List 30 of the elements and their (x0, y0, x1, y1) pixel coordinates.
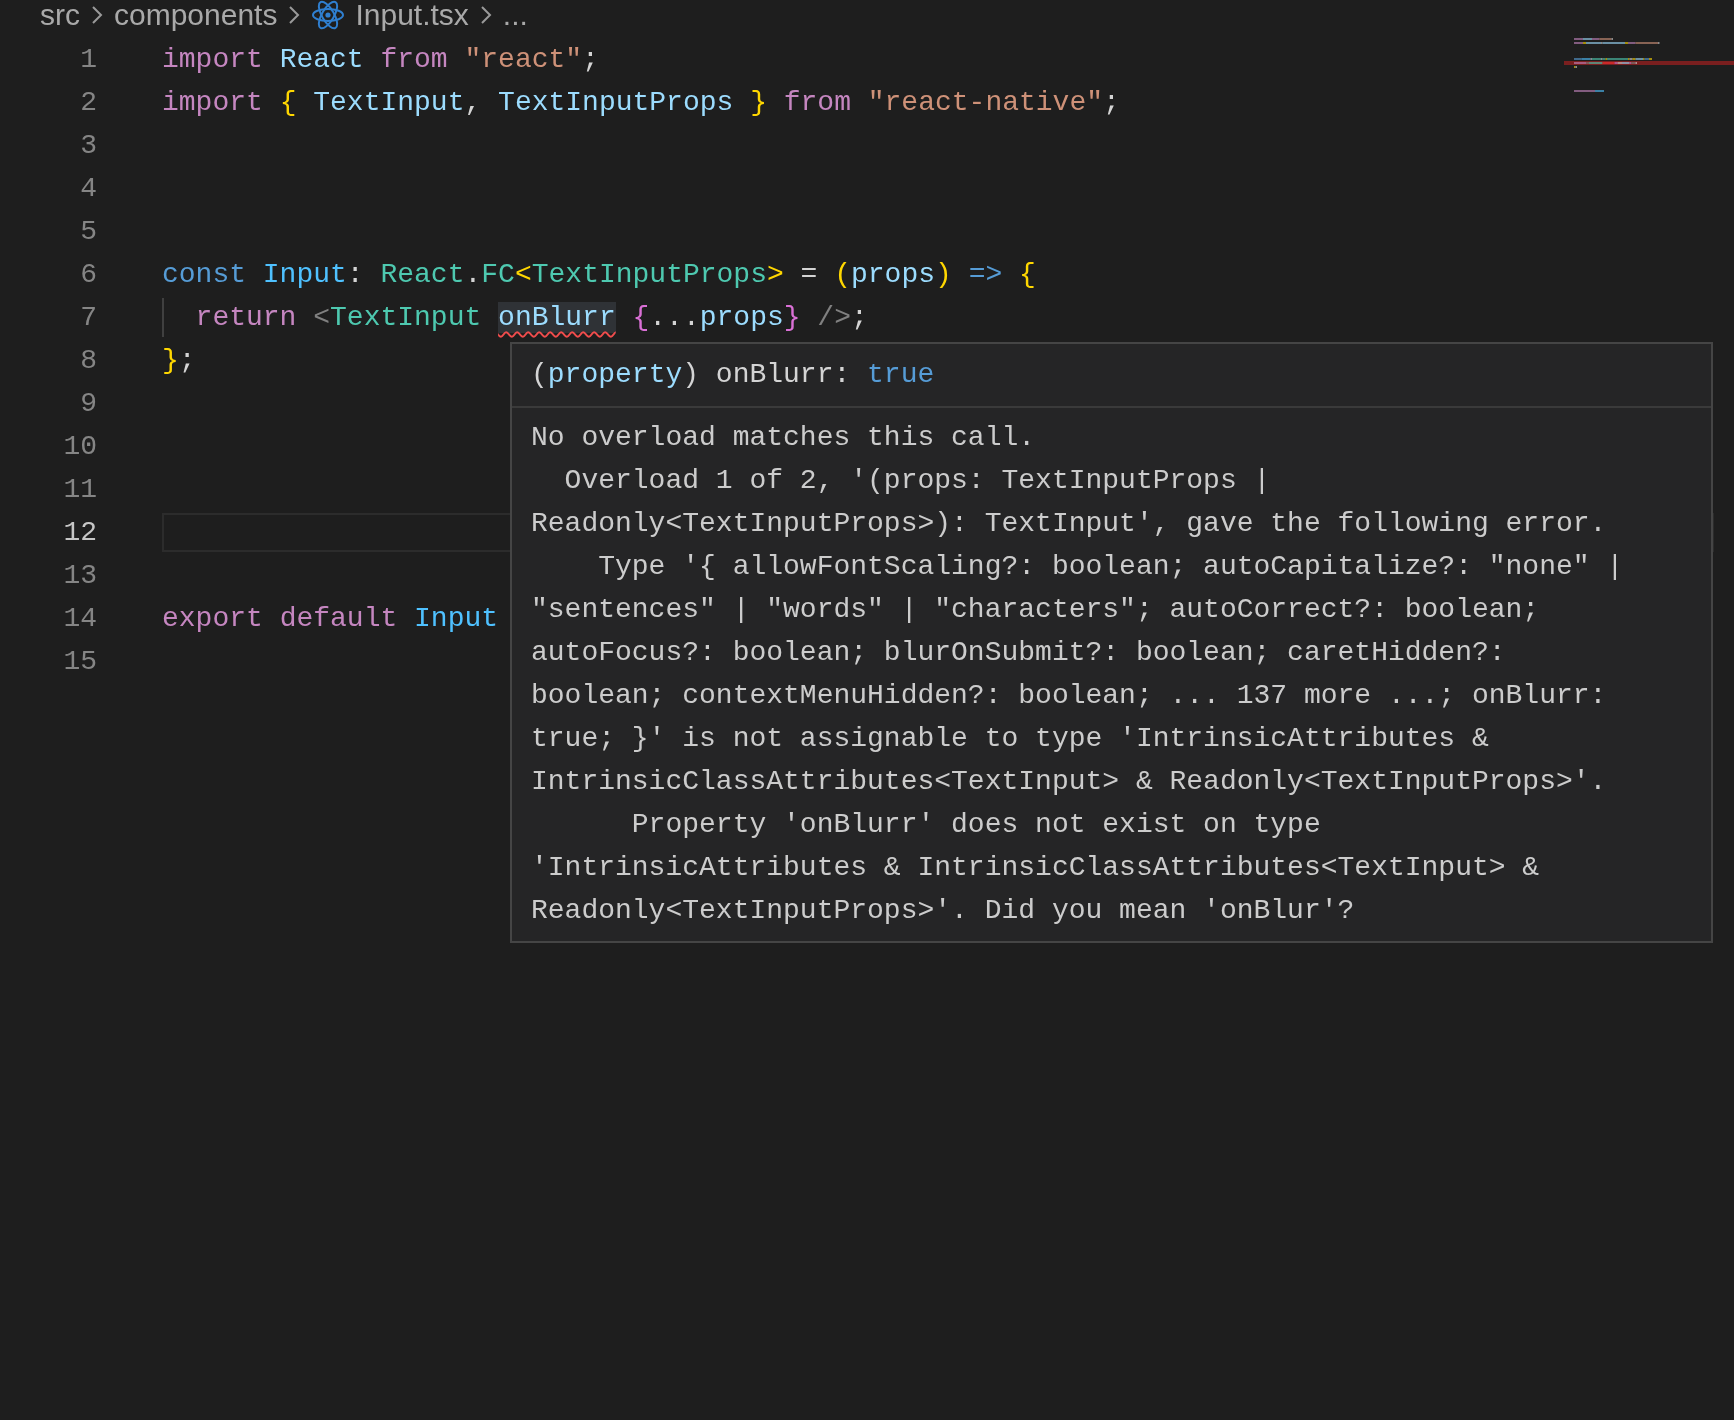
line-number: 3 (79, 130, 97, 161)
line-number: 14 (62, 603, 97, 634)
line-number: 4 (79, 173, 97, 204)
code-line: import { TextInput, TextInputProps } from "react-native"; (162, 86, 1120, 120)
chevron-right-icon (90, 4, 104, 26)
code-line: export default Input (162, 602, 499, 636)
breadcrumb-item[interactable]: Input.tsx (355, 0, 469, 30)
breadcrumb-item[interactable]: components (114, 0, 278, 30)
error-message: No overload matches this call. Overload 1 of 2, '(props: TextInputProps | Readonly<TextInputProps>): TextInput', gave the following error. Type '{ allowFontScaling?: boolean; autoCapitalize?: "none" | "sentences" | "words" | "characters"; autoCorrect?: boolean; autoFocus?: boolean; blurOnSubmit?: boolean; caretHidden?: boolean; contextMenuHidden?: boolean; ... 137 more ...; onBlurr: true; }' is not assignable to type 'IntrinsicAttributes & IntrinsicClassAttributes<TextInput> & Readonly<TextInputProps>'. Property 'onBlurr' does not exist on type 'IntrinsicAttributes & IntrinsicClassAttributes<TextInput> & Readonly<TextInputProps>'. Did you mean 'onBlur'? (530, 421, 1625, 928)
hover-signature: (property) onBlurr: true (512, 344, 1711, 408)
line-number: 10 (62, 431, 97, 462)
breadcrumb-item[interactable]: src (40, 0, 80, 30)
line-number: 7 (79, 302, 97, 333)
line-number: 6 (79, 259, 97, 290)
breadcrumb-item[interactable]: ... (502, 0, 528, 30)
code-line: import React from "react"; (162, 43, 599, 77)
code-line: }; (162, 344, 196, 378)
line-number: 8 (79, 345, 97, 376)
chevron-right-icon (478, 4, 493, 26)
chevron-right-icon (287, 4, 302, 26)
line-number: 13 (62, 560, 97, 591)
line-number: 5 (79, 216, 97, 247)
line-number: 15 (62, 646, 97, 677)
line-number: 1 (79, 44, 97, 75)
atom-icon (311, 0, 346, 30)
line-number: 9 (79, 388, 97, 419)
line-number: 12 (62, 517, 97, 548)
line-number: 2 (79, 87, 97, 118)
code-line: const Input: React.FC<TextInputProps> = (props) => { (162, 258, 1036, 292)
line-number: 11 (62, 474, 97, 505)
